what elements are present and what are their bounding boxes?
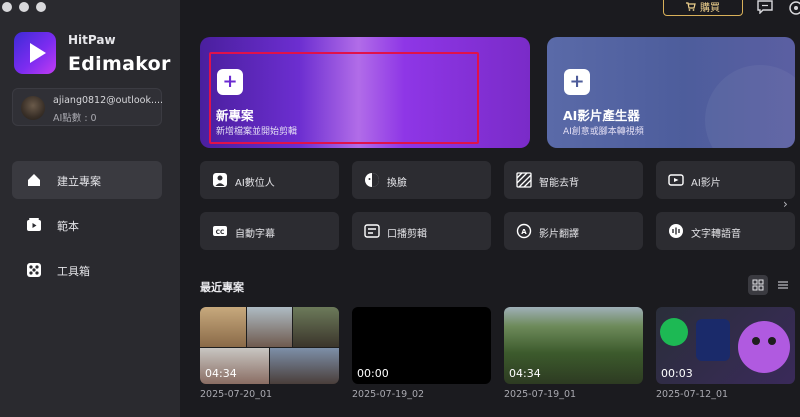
tool-ai-avatar[interactable]: AI數位人	[200, 161, 339, 199]
translate-icon: A	[516, 223, 532, 239]
home-icon	[28, 174, 40, 186]
tool-speech-edit[interactable]: 口播剪輯	[352, 212, 491, 250]
new-project-title: 新專案	[216, 108, 254, 123]
sidebar-item-create-project[interactable]: 建立專案	[12, 161, 162, 199]
minimize-window-button[interactable]	[19, 2, 29, 12]
avatar-icon	[213, 173, 227, 187]
tool-background-remove[interactable]: 智能去背	[504, 161, 643, 199]
svg-text:A: A	[521, 228, 527, 236]
tool-label: 自動字幕	[235, 229, 275, 240]
tool-face-swap[interactable]: 換臉	[352, 161, 491, 199]
ai-video-generator-card[interactable]: + AI影片產生器 AI創意或腳本轉視頻	[547, 37, 795, 148]
recent-projects-title: 最近專案	[200, 281, 244, 294]
project-name: 2025-07-19_01	[504, 389, 577, 400]
tool-text-to-speech[interactable]: 文字轉語音	[656, 212, 795, 250]
app-window: HitPaw Edimakor ajiang0812@outlook.... A…	[0, 0, 800, 417]
project-name: 2025-07-20_01	[200, 389, 273, 400]
project-duration: 04:34	[509, 367, 541, 380]
account-card[interactable]: ajiang0812@outlook.... AI點數 : 0	[12, 88, 164, 126]
new-project-subtitle: 新增檔案並開始剪輯	[216, 127, 298, 137]
ai-video-icon	[668, 174, 684, 186]
project-thumbnail[interactable]: 04:34	[200, 307, 339, 384]
maximize-window-button[interactable]	[36, 2, 46, 12]
project-duration: 04:34	[205, 367, 237, 380]
sidebar: HitPaw Edimakor ajiang0812@outlook.... A…	[0, 0, 180, 417]
app-logo	[14, 32, 56, 74]
tool-label: 影片翻譯	[539, 229, 579, 240]
tool-label: AI影片	[691, 178, 721, 189]
background-remove-icon	[516, 172, 532, 188]
plus-icon: +	[217, 69, 243, 95]
tool-label: 換臉	[387, 178, 407, 189]
new-project-card[interactable]: + 新專案 新增檔案並開始剪輯	[200, 37, 530, 148]
ai-generator-title: AI影片產生器	[563, 108, 640, 123]
tool-video-translate[interactable]: A 影片翻譯	[504, 212, 643, 250]
caption-icon: CC	[213, 226, 227, 236]
project-thumbnail[interactable]: 04:34	[504, 307, 643, 384]
buy-label: 購買	[700, 2, 720, 14]
chevron-right-icon[interactable]: ›	[783, 197, 797, 217]
project-duration: 00:03	[661, 367, 693, 380]
brand-sub: HitPaw	[68, 33, 116, 47]
svg-text:CC: CC	[216, 229, 225, 236]
sidebar-item-label: 建立專案	[57, 175, 101, 188]
toolbox-icon	[27, 263, 41, 277]
speech-edit-icon	[364, 224, 380, 238]
list-view-icon[interactable]	[773, 275, 793, 295]
account-points: AI點數 : 0	[53, 113, 97, 124]
sidebar-item-toolbox[interactable]: 工具箱	[12, 251, 162, 289]
project-name: 2025-07-12_01	[656, 389, 729, 400]
decorative-circle	[705, 65, 795, 148]
tool-label: 口播剪輯	[387, 229, 427, 240]
project-thumbnail[interactable]: 00:00	[352, 307, 491, 384]
ai-generator-subtitle: AI創意或腳本轉視頻	[563, 127, 644, 137]
settings-icon[interactable]	[788, 0, 800, 16]
window-controls	[2, 2, 46, 12]
message-icon[interactable]	[757, 0, 773, 14]
avatar	[21, 96, 45, 120]
cart-icon	[686, 1, 696, 11]
tool-ai-video[interactable]: AI影片	[656, 161, 795, 199]
close-window-button[interactable]	[2, 2, 12, 12]
tool-label: 文字轉語音	[691, 229, 741, 240]
project-duration: 00:00	[357, 367, 389, 380]
sidebar-item-label: 工具箱	[57, 265, 90, 278]
plus-icon: +	[564, 69, 590, 95]
grid-view-icon[interactable]	[748, 275, 768, 295]
template-icon	[27, 218, 41, 231]
face-swap-icon	[365, 173, 379, 187]
tool-auto-captions[interactable]: CC 自動字幕	[200, 212, 339, 250]
buy-button[interactable]: 購買	[663, 0, 743, 16]
tool-label: AI數位人	[235, 178, 275, 189]
project-name: 2025-07-19_02	[352, 389, 425, 400]
account-email: ajiang0812@outlook....	[53, 95, 164, 106]
tool-label: 智能去背	[539, 178, 579, 189]
brand-main: Edimakor	[68, 53, 171, 75]
project-thumbnail[interactable]: 00:03	[656, 307, 795, 384]
text-to-speech-icon	[669, 224, 683, 238]
sidebar-item-label: 範本	[57, 220, 79, 233]
sidebar-item-templates[interactable]: 範本	[12, 206, 162, 244]
